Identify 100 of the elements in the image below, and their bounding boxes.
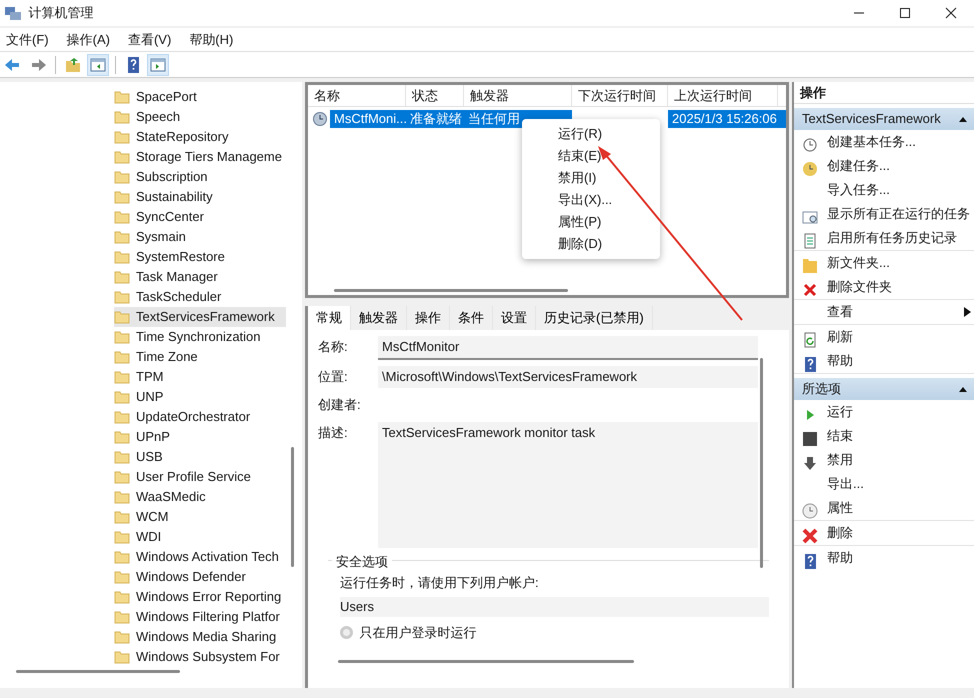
field-label: 描述:: [318, 424, 349, 442]
scrollbar[interactable]: [334, 289, 568, 292]
menu-item[interactable]: 删除(D): [522, 233, 660, 255]
tree-item[interactable]: Time Zone: [114, 347, 286, 367]
action-item[interactable]: 属性: [794, 496, 974, 520]
action-item[interactable]: 帮助: [794, 349, 974, 373]
folder-icon: [114, 190, 130, 204]
prompt-text: 运行任务时，请使用下列用户帐户:: [340, 574, 540, 592]
column-header[interactable]: 状态: [406, 85, 464, 106]
action-item[interactable]: 查看: [794, 300, 974, 324]
field-label: 创建者:: [318, 396, 362, 414]
tree-item[interactable]: Storage Tiers Manageme: [114, 147, 286, 167]
action-item[interactable]: 刷新: [794, 325, 974, 349]
tree-item[interactable]: Windows Filtering Platfor: [114, 607, 286, 627]
tree-item[interactable]: TaskScheduler: [114, 287, 286, 307]
folder-icon: [114, 290, 130, 304]
tree-item[interactable]: WDI: [114, 527, 286, 547]
toolbar-button[interactable]: [147, 54, 169, 76]
scrollbar[interactable]: [291, 447, 294, 567]
account-value: Users: [340, 596, 769, 616]
tree-item[interactable]: USB: [114, 447, 286, 467]
scrollbar[interactable]: [760, 358, 763, 568]
window-title: 计算机管理: [28, 4, 94, 22]
tree-item[interactable]: WaaSMedic: [114, 487, 286, 507]
folder-icon: [114, 550, 130, 564]
folder-icon: [114, 510, 130, 524]
section-header[interactable]: 所选项: [794, 378, 974, 400]
action-item[interactable]: 删除: [794, 521, 974, 545]
collapse-icon[interactable]: [958, 385, 968, 393]
table-cell: 准备就绪: [406, 110, 464, 128]
pane-title: 操作: [794, 82, 974, 104]
menu-item[interactable]: 属性(P): [522, 211, 660, 233]
action-item[interactable]: 导入任务...: [794, 178, 974, 202]
description-field[interactable]: TextServicesFramework monitor task: [378, 422, 758, 548]
action-item[interactable]: 创建基本任务...: [794, 130, 974, 154]
tab[interactable]: 常规: [308, 306, 351, 330]
action-item[interactable]: 启用所有任务历史记录: [794, 226, 974, 250]
tree-item[interactable]: TPM: [114, 367, 286, 387]
action-item[interactable]: 删除文件夹: [794, 275, 974, 299]
menu-item[interactable]: 操作(A): [66, 30, 110, 50]
tree-item[interactable]: UpdateOrchestrator: [114, 407, 286, 427]
action-item[interactable]: 帮助: [794, 546, 974, 570]
name-field[interactable]: MsCtfMonitor: [378, 336, 758, 360]
menu-item[interactable]: 导出(X)...: [522, 189, 660, 211]
action-item[interactable]: 禁用: [794, 448, 974, 472]
collapse-icon[interactable]: [958, 115, 968, 123]
tree-item[interactable]: UPnP: [114, 427, 286, 447]
tree-item[interactable]: SystemRestore: [114, 247, 286, 267]
action-item[interactable]: 显示所有正在运行的任务: [794, 202, 974, 226]
tree-item[interactable]: Subscription: [114, 167, 286, 187]
tree-item[interactable]: TextServicesFramework: [114, 307, 286, 327]
folder-icon: [114, 130, 130, 144]
column-header[interactable]: 名称: [308, 85, 406, 106]
menu-item[interactable]: 文件(F): [6, 30, 49, 50]
folder-icon: [114, 250, 130, 264]
tree-item[interactable]: WCM: [114, 507, 286, 527]
folder-icon: [114, 610, 130, 624]
action-item[interactable]: 新文件夹...: [794, 251, 974, 275]
folder-icon: [114, 470, 130, 484]
radio-button[interactable]: [340, 626, 353, 640]
folder-icon: [114, 350, 130, 364]
column-header[interactable]: 下次运行时间: [572, 85, 668, 106]
menu-item[interactable]: 结束(E): [522, 145, 660, 167]
field-label: 名称:: [318, 338, 349, 356]
action-item[interactable]: 运行: [794, 400, 974, 424]
pane-icon: [89, 56, 107, 74]
scrollbar[interactable]: [338, 660, 634, 663]
folder-icon: [114, 370, 130, 384]
tree-item[interactable]: Windows Activation Tech: [114, 547, 286, 567]
toolbar-button[interactable]: [87, 54, 109, 76]
tree-item[interactable]: Windows Subsystem For: [114, 647, 286, 667]
tree-item[interactable]: Sysmain: [114, 227, 286, 247]
tree-item[interactable]: Windows Media Sharing: [114, 627, 286, 647]
action-item[interactable]: 结束: [794, 424, 974, 448]
action-item[interactable]: 创建任务...: [794, 154, 974, 178]
scrollbar[interactable]: [16, 670, 180, 673]
folder-icon: [114, 530, 130, 544]
column-header[interactable]: 上次运行时间: [668, 85, 778, 106]
folder-icon: [114, 570, 130, 584]
tree-item[interactable]: Task Manager: [114, 267, 286, 287]
tree-item[interactable]: SpacePort: [114, 87, 286, 107]
location-value: \Microsoft\Windows\TextServicesFramework: [378, 366, 758, 388]
tree-item[interactable]: UNP: [114, 387, 286, 407]
tree-item[interactable]: StateRepository: [114, 127, 286, 147]
menu-item[interactable]: 禁用(I): [522, 167, 660, 189]
tree-item[interactable]: Time Synchronization: [114, 327, 286, 347]
action-item[interactable]: 导出...: [794, 472, 974, 496]
menu-item[interactable]: 查看(V): [128, 30, 172, 50]
folder-icon: [114, 450, 130, 464]
tree-item[interactable]: Speech: [114, 107, 286, 127]
tree-item[interactable]: Windows Error Reporting: [114, 587, 286, 607]
section-header[interactable]: TextServicesFramework: [794, 108, 974, 130]
menu-item[interactable]: 帮助(H): [189, 30, 234, 50]
column-header[interactable]: 触发器: [464, 85, 572, 106]
tree-item[interactable]: Windows Defender: [114, 567, 286, 587]
radio-label: 只在用户登录时运行: [360, 624, 476, 642]
tree-item[interactable]: SyncCenter: [114, 207, 286, 227]
tree-item[interactable]: User Profile Service: [114, 467, 286, 487]
tree-item[interactable]: Sustainability: [114, 187, 286, 207]
clock-icon: [312, 111, 328, 127]
